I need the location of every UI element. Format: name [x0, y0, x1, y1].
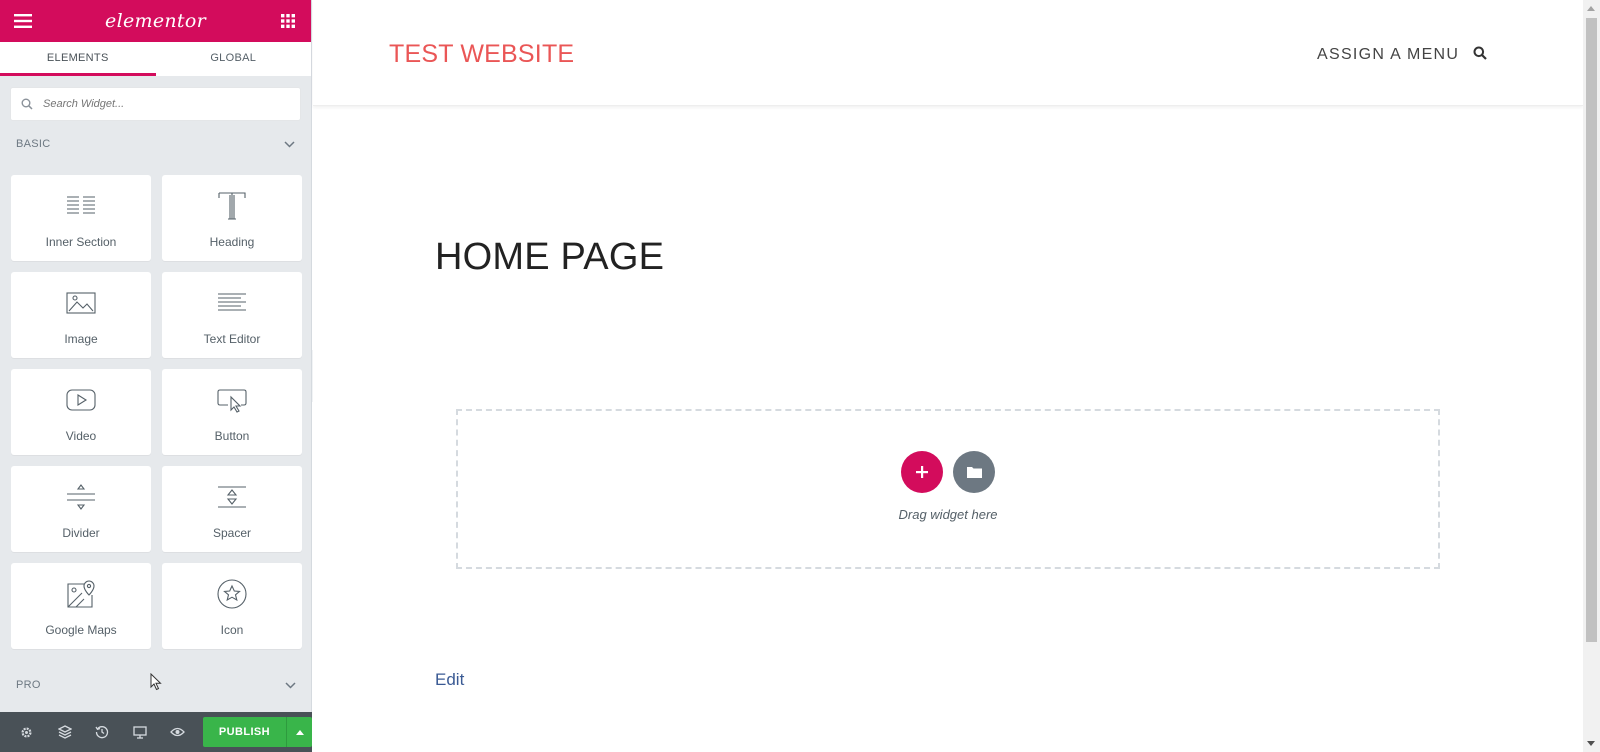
- hamburger-menu-icon[interactable]: [12, 10, 34, 32]
- responsive-icon[interactable]: [121, 712, 159, 752]
- tab-global[interactable]: GLOBAL: [156, 42, 312, 76]
- category-basic-label: BASIC: [16, 138, 51, 150]
- site-header: TEST WEBSITE ASSIGN A MENU: [313, 0, 1583, 106]
- scroll-up-arrow-icon[interactable]: [1587, 6, 1595, 11]
- image-icon: [66, 292, 96, 314]
- publish-options-button[interactable]: [286, 717, 313, 747]
- panel-header: elementor: [0, 0, 311, 42]
- search-box: [10, 87, 301, 121]
- plus-icon: [916, 465, 928, 478]
- category-basic-header[interactable]: BASIC: [0, 133, 311, 155]
- add-new-section-button[interactable]: [901, 450, 943, 493]
- widget-label: Spacer: [212, 526, 252, 540]
- scroll-down-arrow-icon[interactable]: [1587, 741, 1595, 746]
- star-icon: [217, 579, 247, 609]
- widget-video[interactable]: Video: [11, 369, 151, 455]
- assign-menu-link[interactable]: ASSIGN A MENU: [1317, 46, 1459, 64]
- edit-link[interactable]: Edit: [435, 670, 464, 690]
- navigator-icon[interactable]: [46, 712, 84, 752]
- widget-label: Google Maps: [45, 623, 117, 637]
- button-icon: [217, 389, 247, 413]
- vertical-scrollbar[interactable]: [1583, 0, 1600, 752]
- category-pro-label: PRO: [16, 679, 41, 691]
- preview-icon[interactable]: [159, 712, 197, 752]
- widget-google-maps[interactable]: Google Maps: [11, 563, 151, 649]
- widget-label: Inner Section: [45, 235, 117, 249]
- widget-divider[interactable]: Divider: [11, 466, 151, 552]
- widget-label: Icon: [220, 623, 244, 637]
- widget-label: Video: [65, 429, 97, 443]
- folder-icon: [966, 466, 982, 478]
- caret-up-icon: [295, 729, 304, 735]
- widget-image[interactable]: Image: [11, 272, 151, 358]
- widget-label: Text Editor: [203, 332, 261, 346]
- widget-button[interactable]: Button: [162, 369, 302, 455]
- video-icon: [66, 389, 96, 411]
- tab-elements[interactable]: ELEMENTS: [0, 42, 156, 76]
- widget-icon[interactable]: Icon: [162, 563, 302, 649]
- panel-footer: PUBLISH: [0, 712, 313, 752]
- heading-icon: [218, 192, 246, 220]
- mouse-cursor-icon: [150, 672, 162, 696]
- widget-label: Button: [214, 429, 250, 443]
- add-section-drop-zone[interactable]: Drag widget here: [456, 409, 1440, 569]
- add-template-button[interactable]: [953, 450, 995, 493]
- spacer-icon: [218, 486, 246, 508]
- site-search-icon[interactable]: [1473, 46, 1487, 65]
- widget-inner-section[interactable]: Inner Section: [11, 175, 151, 261]
- settings-icon[interactable]: [8, 712, 46, 752]
- scroll-thumb[interactable]: [1586, 18, 1597, 642]
- search-wrapper: [0, 76, 311, 133]
- apps-grid-icon[interactable]: [277, 10, 299, 32]
- page-preview: TEST WEBSITE ASSIGN A MENU HOME PAGE Dra…: [313, 0, 1583, 752]
- search-icon: [21, 98, 33, 110]
- widget-label: Divider: [62, 526, 100, 540]
- search-widget-input[interactable]: [41, 97, 281, 111]
- widget-label: Image: [64, 332, 98, 346]
- widget-grid: Inner Section Heading Image Text Editor …: [0, 155, 311, 649]
- elementor-logo: elementor: [105, 10, 206, 32]
- chevron-down-icon: [284, 140, 295, 148]
- publish-button[interactable]: PUBLISH: [202, 717, 287, 747]
- widget-text-editor[interactable]: Text Editor: [162, 272, 302, 358]
- text-editor-icon: [218, 293, 246, 311]
- widget-heading[interactable]: Heading: [162, 175, 302, 261]
- panel-tabs: ELEMENTS GLOBAL: [0, 42, 311, 76]
- inner-section-icon: [67, 196, 95, 214]
- page-title: HOME PAGE: [435, 236, 665, 278]
- widget-label: Heading: [209, 235, 255, 249]
- divider-icon: [67, 484, 95, 510]
- history-icon[interactable]: [84, 712, 122, 752]
- widget-spacer[interactable]: Spacer: [162, 466, 302, 552]
- chevron-down-icon: [285, 681, 296, 689]
- drag-widget-hint: Drag widget here: [898, 506, 998, 522]
- google-maps-icon: [67, 580, 95, 608]
- elementor-panel: elementor ELEMENTS GLOBAL BASIC: [0, 0, 313, 752]
- site-title[interactable]: TEST WEBSITE: [389, 40, 574, 69]
